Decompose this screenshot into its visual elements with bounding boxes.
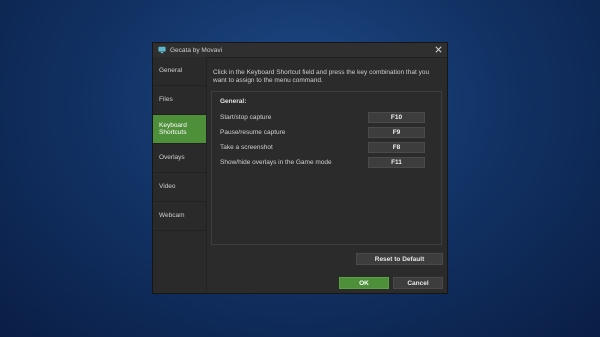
shortcut-label: Take a screenshot <box>220 143 273 151</box>
sidebar: General Files Keyboard Shortcuts Overlay… <box>153 57 207 293</box>
shortcut-label: Start/stop capture <box>220 113 272 121</box>
shortcut-field[interactable]: F10 <box>368 111 425 123</box>
shortcut-row: Show/hide overlays in the Game mode F11 <box>220 156 425 168</box>
instructions-text: Click in the Keyboard Shortcut field and… <box>213 69 430 84</box>
settings-dialog: Gecata by Movavi General Files Keyboard … <box>152 42 448 294</box>
sidebar-item-overlays[interactable]: Overlays <box>153 144 206 173</box>
shortcut-field[interactable]: F11 <box>368 156 425 168</box>
reset-to-default-button[interactable]: Reset to Default <box>356 253 443 265</box>
sidebar-item-video[interactable]: Video <box>153 173 206 202</box>
sidebar-item-general[interactable]: General <box>153 57 206 86</box>
content-area: Click in the Keyboard Shortcut field and… <box>213 69 441 85</box>
shortcut-label: Pause/resume capture <box>220 128 286 136</box>
shortcut-row: Pause/resume capture F9 <box>220 126 425 138</box>
shortcut-row: Take a screenshot F8 <box>220 141 425 153</box>
close-icon[interactable] <box>434 45 443 54</box>
ok-button[interactable]: OK <box>339 277 389 289</box>
shortcut-field[interactable]: F8 <box>368 141 425 153</box>
cancel-button[interactable]: Cancel <box>393 277 443 289</box>
sidebar-item-keyboard-shortcuts[interactable]: Keyboard Shortcuts <box>153 115 206 144</box>
sidebar-item-files[interactable]: Files <box>153 86 206 115</box>
title-bar[interactable]: Gecata by Movavi <box>153 43 447 58</box>
sidebar-item-webcam[interactable]: Webcam <box>153 202 206 231</box>
window-title: Gecata by Movavi <box>170 46 223 54</box>
shortcut-row: Start/stop capture F10 <box>220 111 425 123</box>
shortcuts-panel: General: Start/stop capture F10 Pause/re… <box>211 91 442 245</box>
section-title: General: <box>220 98 247 105</box>
shortcut-label: Show/hide overlays in the Game mode <box>220 158 332 166</box>
monitor-icon <box>158 46 166 54</box>
shortcut-field[interactable]: F9 <box>368 126 425 138</box>
